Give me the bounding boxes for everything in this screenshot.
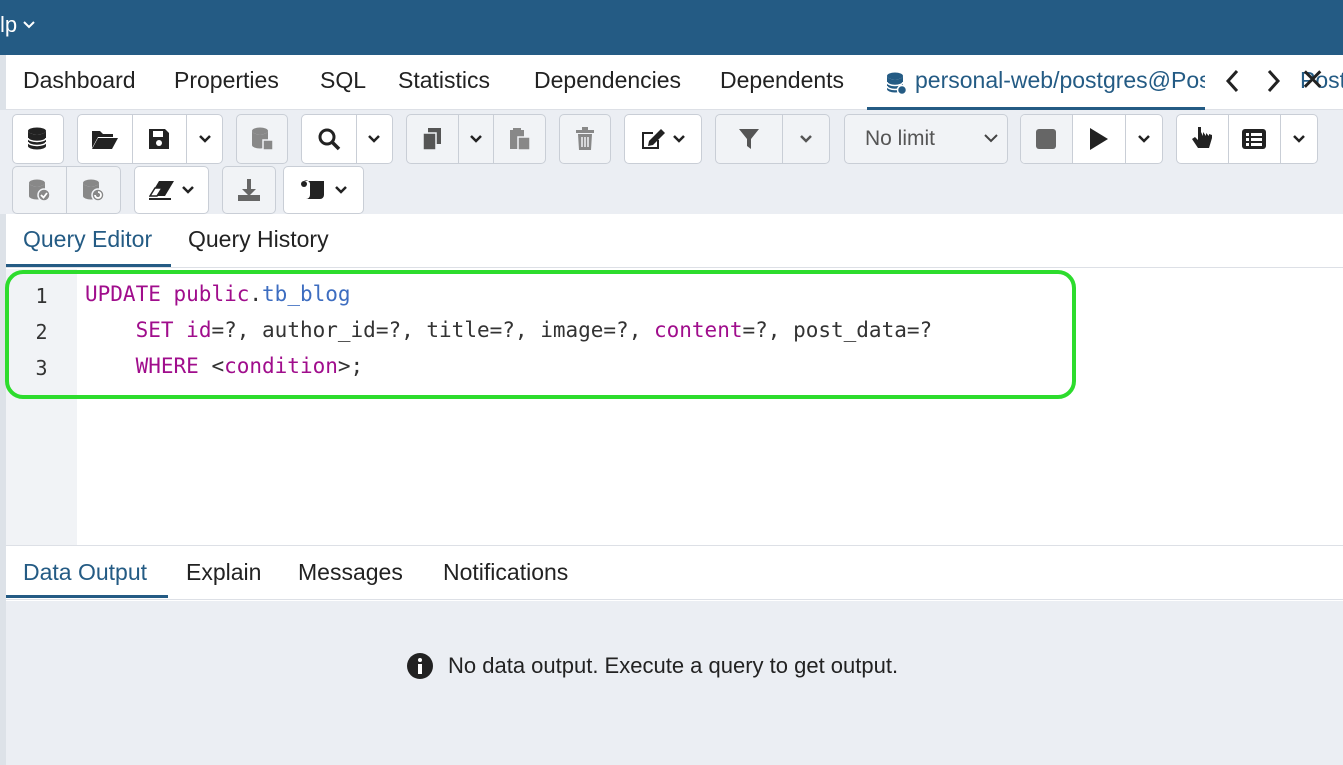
scroll-tabs-left-icon[interactable] [1222, 68, 1244, 94]
find-button-group [301, 114, 393, 164]
empty-output-text: No data output. Execute a query to get o… [448, 653, 899, 678]
download-icon [238, 179, 260, 201]
database-check-icon [29, 179, 51, 202]
save-button[interactable] [133, 115, 187, 163]
tab-explain[interactable]: Explain [186, 559, 261, 586]
scroll-tabs-right-icon[interactable] [1262, 68, 1284, 94]
open-query-tool-button[interactable] [12, 114, 64, 164]
menu-bar [0, 0, 1343, 55]
chevron-down-icon [368, 135, 381, 143]
paste-button[interactable] [494, 115, 545, 163]
chevron-down-icon [334, 186, 347, 194]
database-undo-icon [83, 179, 105, 202]
copy-button-group [406, 114, 546, 164]
chevron-down-icon [198, 135, 211, 143]
tab-query-tool-label: personal-web/postgres@PostgreSQL 14 [915, 67, 1205, 93]
open-file-button[interactable] [78, 115, 133, 163]
copy-dropdown-button[interactable] [459, 115, 495, 163]
tab-properties[interactable]: Properties [174, 67, 279, 94]
copy-button[interactable] [407, 115, 459, 163]
stop-icon [1036, 129, 1057, 149]
highlight-annotation [5, 270, 1076, 399]
execute-button-group [1020, 114, 1163, 164]
file-button-group [77, 114, 223, 164]
filter-dropdown-button[interactable] [783, 115, 829, 163]
transaction-button-group [12, 166, 121, 214]
tab-dashboard[interactable]: Dashboard [23, 67, 136, 94]
explain-button-group [1176, 114, 1318, 164]
active-tab-indicator [6, 264, 171, 267]
copy-icon [422, 128, 442, 151]
chevron-down-icon [181, 186, 194, 194]
filter-button-group [715, 114, 830, 164]
row-limit-select[interactable]: No limit [844, 114, 1008, 164]
delete-button[interactable] [559, 114, 611, 164]
rollback-button[interactable] [67, 167, 120, 213]
play-icon [1089, 128, 1108, 150]
row-limit-value: No limit [865, 127, 936, 150]
eraser-icon [148, 181, 174, 200]
paste-icon [509, 128, 531, 151]
chevron-down-icon [23, 21, 35, 29]
trash-icon [576, 127, 594, 150]
menu-help[interactable]: lp [0, 12, 35, 38]
save-dropdown-button[interactable] [187, 115, 222, 163]
folder-open-icon [91, 131, 118, 149]
explain-button[interactable] [1177, 115, 1229, 163]
clear-button[interactable] [134, 166, 209, 214]
empty-output-message: No data output. Execute a query to get o… [406, 652, 898, 680]
tab-statistics[interactable]: Statistics [398, 67, 490, 94]
scroll-icon [300, 180, 324, 199]
hand-pointer-icon [1192, 127, 1213, 148]
commit-button[interactable] [13, 167, 67, 213]
database-icon [886, 72, 907, 95]
tab-notifications[interactable]: Notifications [443, 559, 568, 586]
tab-query-editor[interactable]: Query Editor [23, 226, 152, 253]
filter-button[interactable] [716, 115, 784, 163]
chevron-down-icon [1138, 135, 1150, 143]
find-dropdown-button[interactable] [357, 115, 392, 163]
chevron-down-icon [470, 135, 482, 143]
data-output-panel [6, 601, 1343, 765]
database-icon [27, 127, 47, 150]
edit-icon [642, 129, 665, 149]
search-icon [318, 128, 341, 151]
macros-button[interactable] [283, 166, 364, 214]
tab-messages[interactable]: Messages [298, 559, 403, 586]
chevron-down-icon [673, 135, 685, 143]
close-icon[interactable]: ✕ [1300, 63, 1325, 98]
find-button[interactable] [302, 115, 357, 163]
active-output-tab-indicator [6, 595, 168, 598]
info-circle-icon [407, 653, 433, 679]
download-button[interactable] [222, 166, 276, 214]
chevron-down-icon [984, 134, 998, 143]
stop-button[interactable] [1021, 115, 1073, 163]
list-icon [1242, 129, 1267, 149]
tab-data-output[interactable]: Data Output [23, 559, 147, 586]
edit-button[interactable] [624, 114, 702, 164]
tab-query-history[interactable]: Query History [188, 226, 329, 253]
tab-query-tool[interactable]: personal-web/postgres@PostgreSQL 14 [867, 55, 1205, 110]
explain-analyze-button[interactable] [1229, 115, 1282, 163]
explain-dropdown-button[interactable] [1281, 115, 1317, 163]
chevron-down-icon [800, 135, 812, 143]
execute-button[interactable] [1073, 115, 1127, 163]
execute-dropdown-button[interactable] [1126, 115, 1162, 163]
filter-icon [739, 129, 760, 149]
chevron-down-icon [1293, 135, 1305, 143]
menu-help-label: lp [0, 12, 18, 37]
save-data-button[interactable] [236, 114, 288, 164]
tab-dependents[interactable]: Dependents [720, 67, 844, 94]
tab-dependencies[interactable]: Dependencies [534, 67, 681, 94]
database-save-icon [252, 127, 274, 151]
save-icon [149, 129, 170, 149]
tab-sql[interactable]: SQL [320, 67, 366, 94]
